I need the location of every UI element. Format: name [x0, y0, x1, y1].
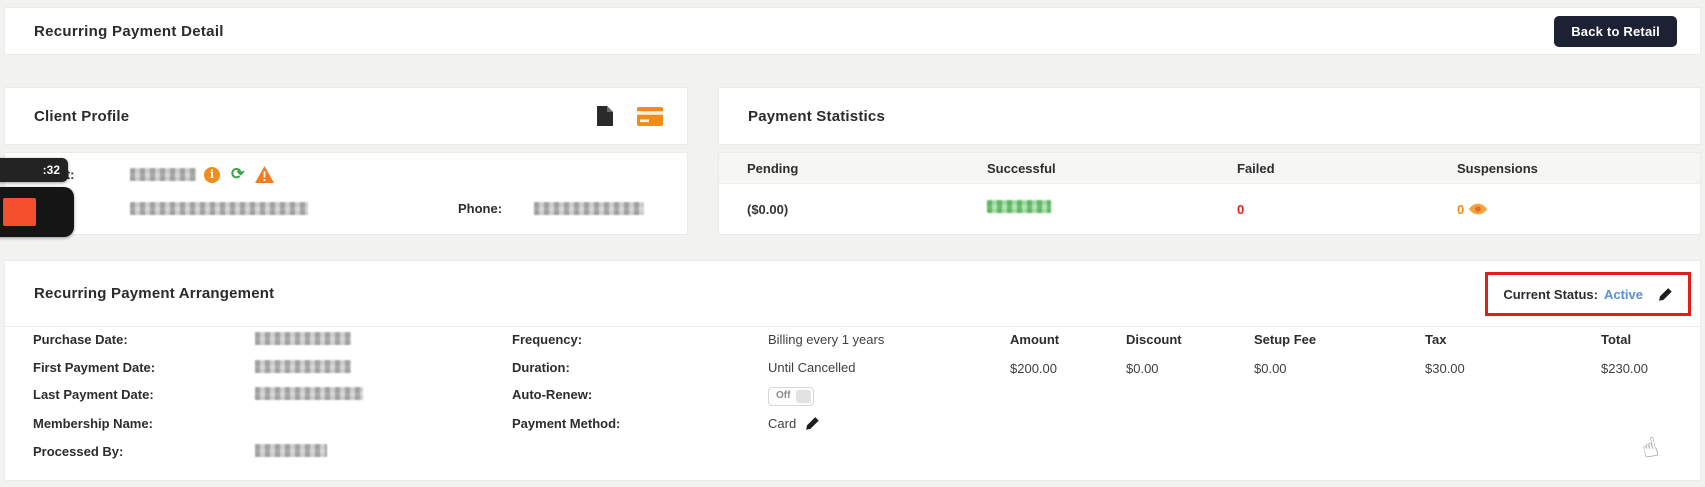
- col-failed: Failed: [1237, 161, 1457, 176]
- purchase-date-redacted: [255, 332, 351, 345]
- pricing-tax-value: $30.00: [1425, 361, 1601, 376]
- pricing-col-setup-fee: Setup Fee: [1254, 332, 1425, 347]
- recording-stop-button[interactable]: [0, 187, 74, 237]
- membership-name-label: Membership Name:: [33, 416, 248, 431]
- client-profile-actions: [588, 106, 663, 126]
- payment-method-value-wrap: Card: [768, 416, 820, 431]
- pricing-table: Amount Discount Setup Fee Tax Total $200…: [1010, 332, 1705, 376]
- payment-statistics-body: Pending Successful Failed Suspensions ($…: [718, 152, 1701, 235]
- current-status-label: Current Status:: [1503, 287, 1598, 302]
- pricing-discount-value: $0.00: [1126, 361, 1254, 376]
- payment-statistics-columns: Pending Successful Failed Suspensions: [719, 153, 1700, 184]
- pricing-setup-fee-value: $0.00: [1254, 361, 1425, 376]
- client-profile-body: Client: i ⟳ Email: Phone:: [4, 152, 688, 235]
- recurring-green-icon[interactable]: ⟳: [231, 167, 244, 183]
- duration-label: Duration:: [512, 360, 762, 375]
- successful-value-redacted: [987, 200, 1237, 218]
- client-profile-header: Client Profile: [4, 87, 688, 145]
- pricing-col-total: Total: [1601, 332, 1705, 347]
- auto-renew-label: Auto-Renew:: [512, 387, 762, 402]
- pricing-col-tax: Tax: [1425, 332, 1601, 347]
- payment-statistics-values: ($0.00) 0 0: [719, 184, 1700, 234]
- phone-label: Phone:: [458, 201, 534, 216]
- email-phone-row: Email: Phone:: [34, 201, 667, 216]
- arrangement-header: Recurring Payment Arrangement Current St…: [5, 261, 1700, 327]
- payment-statistics-title: Payment Statistics: [748, 108, 885, 125]
- processed-by-label: Processed By:: [33, 444, 248, 459]
- auto-renew-toggle-wrap: Off: [768, 387, 814, 406]
- col-pending: Pending: [747, 161, 987, 176]
- phone-redacted: [534, 202, 644, 215]
- edit-status-pencil-icon[interactable]: [1658, 287, 1673, 302]
- back-to-retail-button[interactable]: Back to Retail: [1554, 16, 1677, 47]
- arrangement-title: Recurring Payment Arrangement: [34, 285, 274, 302]
- frequency-value: Billing every 1 years: [768, 332, 884, 347]
- pricing-amount-value: $200.00: [1010, 361, 1126, 376]
- col-suspensions: Suspensions: [1457, 161, 1700, 176]
- toggle-knob: [796, 390, 811, 403]
- current-status-value: Active: [1604, 287, 1643, 302]
- arrangement-card: Recurring Payment Arrangement Current St…: [4, 260, 1701, 481]
- auto-renew-toggle-label: Off: [776, 390, 790, 401]
- page-title: Recurring Payment Detail: [34, 23, 224, 40]
- processed-by-redacted: [255, 444, 327, 457]
- suspensions-count: 0: [1457, 202, 1464, 217]
- first-payment-date-label: First Payment Date:: [33, 360, 248, 375]
- info-icon[interactable]: i: [204, 167, 220, 183]
- pricing-total-value: $230.00: [1601, 361, 1705, 376]
- pricing-col-discount: Discount: [1126, 332, 1254, 347]
- recording-timer-badge: :32: [0, 158, 68, 182]
- payment-method-value: Card: [768, 416, 796, 431]
- frequency-label: Frequency:: [512, 332, 762, 347]
- record-square-icon: [3, 198, 36, 226]
- col-successful: Successful: [987, 161, 1237, 176]
- payment-statistics-header: Payment Statistics: [718, 87, 1701, 145]
- last-payment-date-label: Last Payment Date:: [33, 387, 248, 402]
- credit-card-icon[interactable]: [637, 107, 663, 126]
- payment-method-label: Payment Method:: [512, 416, 762, 431]
- first-payment-date-redacted: [255, 360, 351, 373]
- last-payment-date-redacted: [255, 387, 363, 400]
- client-name-redacted: [130, 168, 196, 181]
- top-bar: Recurring Payment Detail Back to Retail: [4, 7, 1701, 55]
- edit-payment-method-pencil-icon[interactable]: [805, 416, 820, 431]
- duration-value: Until Cancelled: [768, 360, 855, 375]
- purchase-date-label: Purchase Date:: [33, 332, 248, 347]
- current-status-annotation-box: Current Status: Active: [1485, 272, 1691, 316]
- client-status-icons: i ⟳: [204, 166, 274, 183]
- pricing-col-amount: Amount: [1010, 332, 1126, 347]
- pending-value: ($0.00): [747, 202, 987, 217]
- client-profile-title: Client Profile: [34, 108, 129, 125]
- email-redacted: [130, 202, 308, 215]
- suspensions-value: 0: [1457, 202, 1700, 217]
- document-icon[interactable]: [597, 106, 613, 126]
- failed-value: 0: [1237, 202, 1457, 217]
- eye-icon[interactable]: [1469, 203, 1487, 215]
- warning-icon[interactable]: [255, 166, 274, 183]
- auto-renew-toggle[interactable]: Off: [768, 387, 814, 406]
- client-row: Client: i ⟳: [34, 166, 667, 183]
